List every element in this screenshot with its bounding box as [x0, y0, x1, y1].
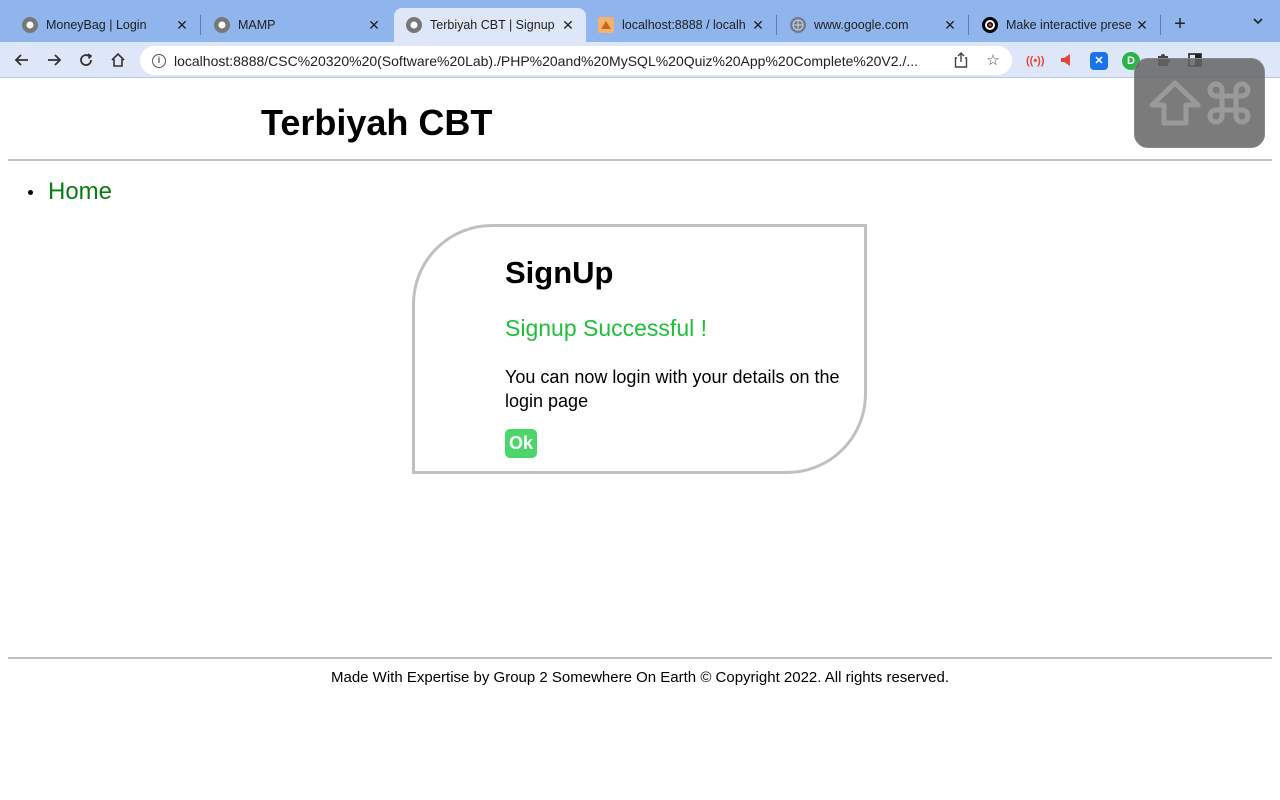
site-info-icon[interactable]: i	[152, 53, 166, 68]
reload-icon[interactable]	[74, 48, 98, 72]
shift-key-icon	[1149, 80, 1200, 126]
tab-title: localhost:8888 / localh	[622, 18, 746, 32]
page-title: Terbiyah CBT	[261, 102, 493, 143]
close-icon[interactable]: ✕	[560, 17, 576, 33]
tab-title: MAMP	[238, 18, 276, 32]
mamp-favicon-icon	[406, 17, 422, 33]
extension-vscode-icon[interactable]: ✕	[1090, 52, 1108, 70]
close-icon[interactable]: ✕	[1134, 17, 1150, 33]
globe-icon	[790, 17, 806, 33]
ok-button[interactable]: Ok	[505, 429, 537, 458]
tab-make-interactive[interactable]: Make interactive prese ✕	[970, 8, 1160, 42]
close-icon[interactable]: ✕	[366, 17, 382, 33]
site-nav: Home	[28, 178, 112, 206]
home-icon[interactable]	[106, 48, 130, 72]
c-logo-icon	[982, 17, 998, 33]
forward-arrow-icon[interactable]	[42, 48, 66, 72]
home-link[interactable]: Home	[48, 178, 112, 206]
info-message: You can now login with your details on t…	[505, 367, 840, 411]
tab-separator	[776, 15, 777, 35]
bookmark-star-icon[interactable]: ☆	[984, 52, 1002, 70]
url-text: localhost:8888/CSC%20320%20(Software%20L…	[174, 52, 918, 69]
footer-text: Made With Expertise by Group 2 Somewhere…	[330, 669, 949, 686]
tab-title: Terbiyah CBT | Signup	[430, 18, 555, 32]
extension-megaphone-icon[interactable]	[1058, 52, 1076, 70]
new-tab-plus-icon[interactable]: +	[1168, 12, 1192, 36]
back-arrow-icon[interactable]	[10, 48, 34, 72]
tab-moneybag[interactable]: MoneyBag | Login ✕	[10, 8, 200, 42]
tab-separator	[200, 15, 201, 35]
header-divider	[8, 159, 1272, 161]
keyboard-shortcut-overlay	[1134, 58, 1265, 148]
command-key-icon	[1207, 81, 1250, 125]
tab-phpmyadmin[interactable]: localhost:8888 / localh ✕	[586, 8, 776, 42]
success-message: Signup Successful !	[505, 315, 708, 341]
close-icon[interactable]: ✕	[750, 17, 766, 33]
signup-card: SignUp Signup Successful ! You can now l…	[412, 224, 867, 474]
phpmyadmin-favicon-icon	[598, 17, 614, 33]
tab-title: www.google.com	[814, 18, 909, 32]
tab-mamp[interactable]: MAMP ✕	[202, 8, 392, 42]
list-bullet	[28, 189, 33, 195]
mamp-favicon-icon	[214, 17, 230, 33]
signup-heading: SignUp	[505, 255, 614, 290]
mamp-favicon-icon	[22, 17, 38, 33]
browser-toolbar: i localhost:8888/CSC%20320%20(Software%2…	[0, 42, 1280, 78]
tab-separator	[968, 15, 969, 35]
tab-title: MoneyBag | Login	[46, 18, 147, 32]
extension-broadcast-icon[interactable]: ((•))	[1026, 52, 1045, 70]
tab-terbiyah-signup[interactable]: Terbiyah CBT | Signup ✕	[394, 8, 586, 42]
nav-item-home: Home	[28, 178, 112, 206]
tab-strip: MoneyBag | Login ✕ MAMP ✕ Terbiyah CBT |…	[0, 0, 1280, 42]
tab-title: Make interactive prese	[1006, 18, 1132, 32]
tab-google[interactable]: www.google.com ✕	[778, 8, 968, 42]
address-bar[interactable]: i localhost:8888/CSC%20320%20(Software%2…	[140, 46, 1012, 75]
tab-separator	[1160, 15, 1161, 35]
close-icon[interactable]: ✕	[174, 17, 190, 33]
footer-divider	[8, 657, 1272, 659]
share-icon[interactable]	[952, 52, 970, 70]
close-icon[interactable]: ✕	[942, 17, 958, 33]
chevron-down-icon[interactable]	[1248, 14, 1268, 34]
